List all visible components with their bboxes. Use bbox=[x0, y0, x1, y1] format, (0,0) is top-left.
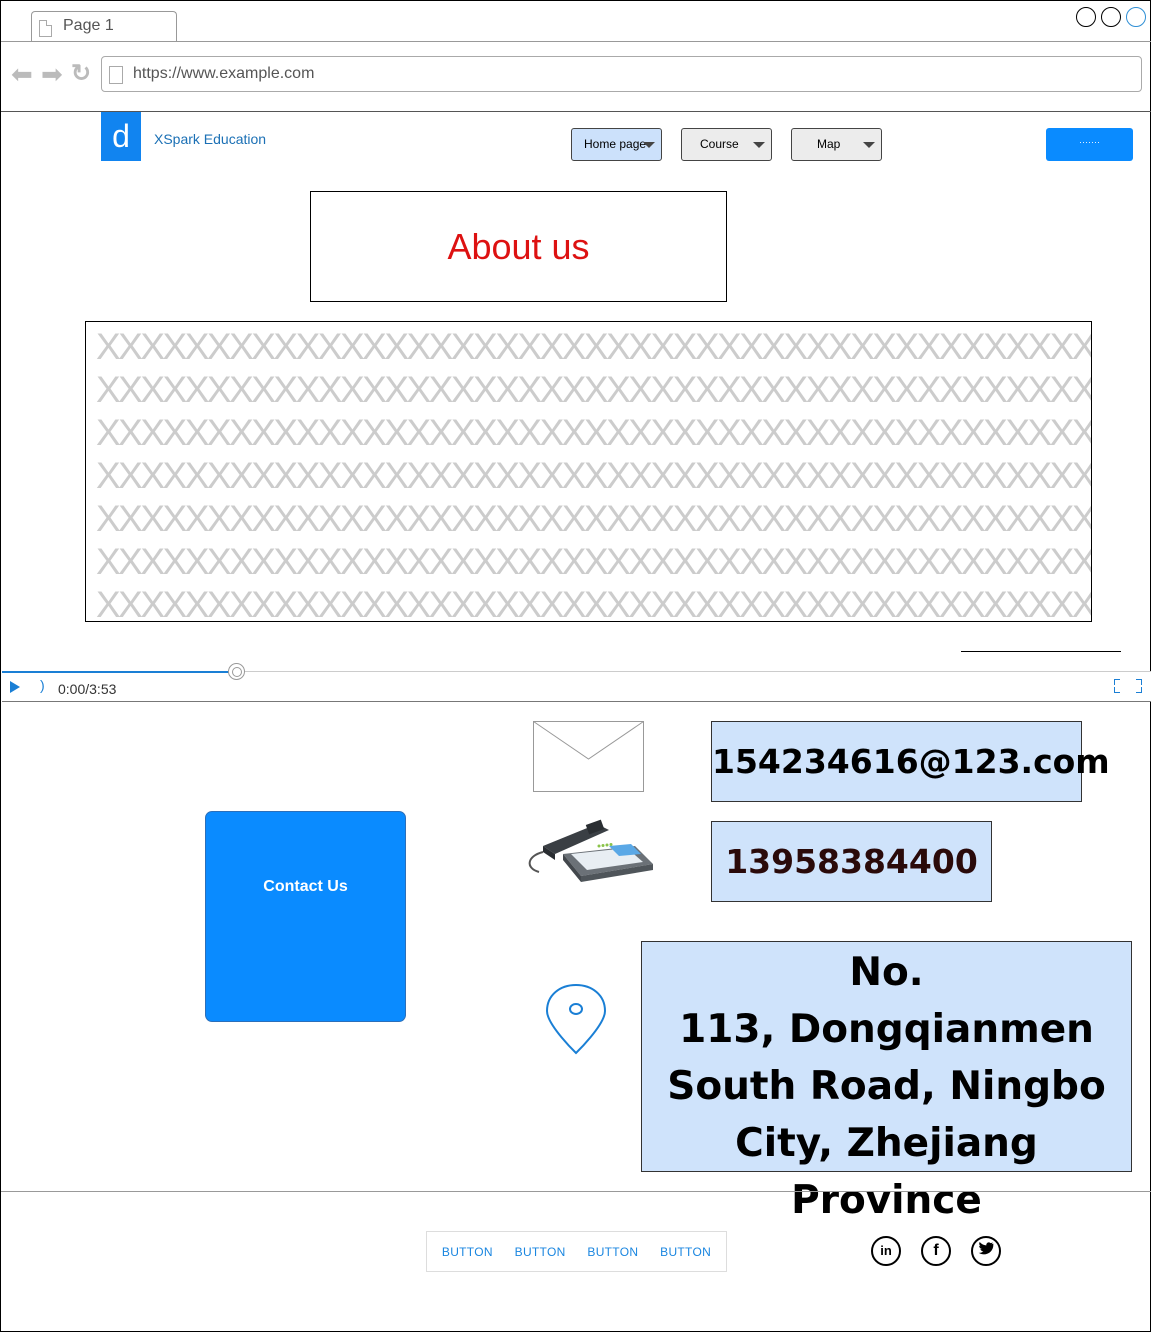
chrome-divider bbox=[1, 111, 1151, 112]
logo[interactable]: d bbox=[101, 112, 141, 161]
about-text-box: XXXXXXXXXXXXXXXXXXXXXXXXXXXXXXXXXXXXXXXX… bbox=[85, 321, 1092, 622]
location-pin-icon bbox=[545, 983, 607, 1055]
contact-us-button[interactable]: Contact Us bbox=[205, 811, 406, 1022]
telephone-icon bbox=[528, 819, 653, 882]
header-action-button[interactable]: ······· bbox=[1046, 128, 1133, 161]
volume-icon[interactable]: ) bbox=[40, 677, 45, 693]
address-line: South Road, Ningbo bbox=[667, 1064, 1106, 1109]
video-seek-handle[interactable] bbox=[228, 663, 245, 680]
placeholder-text-line: XXXXXXXXXXXXXXXXXXXXXXXXXXXXXXXXXXXXXXXX… bbox=[96, 498, 1092, 539]
page-icon bbox=[39, 20, 52, 37]
video-player-bar: ) 0:00/3:53 bbox=[2, 663, 1151, 702]
twitter-icon[interactable] bbox=[971, 1236, 1001, 1266]
brand-name[interactable]: XSpark Education bbox=[154, 131, 266, 147]
url-text: https://www.example.com bbox=[133, 65, 315, 82]
nav-home-page[interactable]: Home page bbox=[571, 128, 662, 161]
address-box: No. 113, Dongqianmen South Road, Ningbo … bbox=[641, 941, 1132, 1223]
footer-divider bbox=[1, 1191, 1151, 1192]
browser-window: Page 1 ⬅ ➡ ↻ https://www.example.com d X… bbox=[0, 0, 1151, 1332]
linkedin-icon[interactable]: in bbox=[871, 1236, 901, 1266]
about-title: About us bbox=[447, 226, 590, 267]
chevron-down-icon bbox=[863, 142, 875, 148]
nav-label: Map bbox=[817, 137, 841, 151]
horizontal-rule bbox=[961, 651, 1121, 652]
window-maximize-button[interactable] bbox=[1101, 7, 1121, 27]
placeholder-text-line: XXXXXXXXXXXXXXXXXXXXXXXXXXXXXXXXXXXXXXXX… bbox=[96, 455, 1092, 496]
phone-number-box: 13958384400 bbox=[711, 821, 992, 902]
window-close-button[interactable] bbox=[1126, 7, 1146, 27]
address-line: 113, Dongqianmen bbox=[679, 1007, 1094, 1052]
forward-arrow-icon[interactable]: ➡ bbox=[41, 61, 63, 87]
placeholder-text-line: XXXXXXXXXXXXXXXXXXXXXXXXXXXXXXXXXXXXXXXX… bbox=[96, 369, 1092, 410]
footer-button[interactable]: BUTTON bbox=[515, 1245, 566, 1259]
page-icon bbox=[109, 66, 123, 84]
nav-map[interactable]: Map bbox=[791, 128, 882, 161]
reload-icon[interactable]: ↻ bbox=[71, 61, 91, 87]
footer-button[interactable]: BUTTON bbox=[587, 1245, 638, 1259]
footer-button-group: BUTTON BUTTON BUTTON BUTTON bbox=[426, 1231, 727, 1272]
video-time: 0:00/3:53 bbox=[58, 681, 117, 697]
email-box: 154234616@123.com bbox=[711, 721, 1110, 802]
footer-button[interactable]: BUTTON bbox=[442, 1245, 493, 1259]
tab-label: Page 1 bbox=[63, 17, 114, 34]
envelope-icon bbox=[533, 721, 644, 792]
placeholder-text-line: XXXXXXXXXXXXXXXXXXXXXXXXXXXXXXXXXXXXXXXX… bbox=[96, 412, 1092, 453]
placeholder-text-line: XXXXXXXXXXXXXXXXXXXXXXXXXXXXXXXXXXXXXXXX… bbox=[96, 584, 1092, 622]
nav-label: Home page bbox=[584, 137, 647, 151]
chevron-down-icon bbox=[643, 142, 655, 148]
about-title-box: About us bbox=[310, 191, 727, 302]
placeholder-text-line: XXXXXXXXXXXXXXXXXXXXXXXXXXXXXXXXXXXXXXXX… bbox=[96, 326, 1092, 367]
video-progress[interactable] bbox=[2, 671, 236, 673]
placeholder-text-line: XXXXXXXXXXXXXXXXXXXXXXXXXXXXXXXXXXXXXXXX… bbox=[96, 541, 1092, 582]
back-arrow-icon[interactable]: ⬅ bbox=[11, 61, 33, 87]
chevron-down-icon bbox=[753, 142, 765, 148]
nav-course[interactable]: Course bbox=[681, 128, 772, 161]
facebook-icon[interactable]: f bbox=[921, 1236, 951, 1266]
nav-label: Course bbox=[700, 137, 739, 151]
address-line: City, Zhejiang Province bbox=[735, 1121, 1038, 1223]
window-minimize-button[interactable] bbox=[1076, 7, 1096, 27]
browser-tab[interactable]: Page 1 bbox=[31, 11, 177, 42]
play-icon[interactable] bbox=[10, 681, 20, 693]
address-line: No. bbox=[849, 950, 924, 995]
address-bar[interactable]: https://www.example.com bbox=[101, 56, 1142, 92]
fullscreen-icon[interactable] bbox=[1114, 679, 1142, 693]
tab-divider bbox=[1, 41, 1151, 42]
footer-button[interactable]: BUTTON bbox=[660, 1245, 711, 1259]
